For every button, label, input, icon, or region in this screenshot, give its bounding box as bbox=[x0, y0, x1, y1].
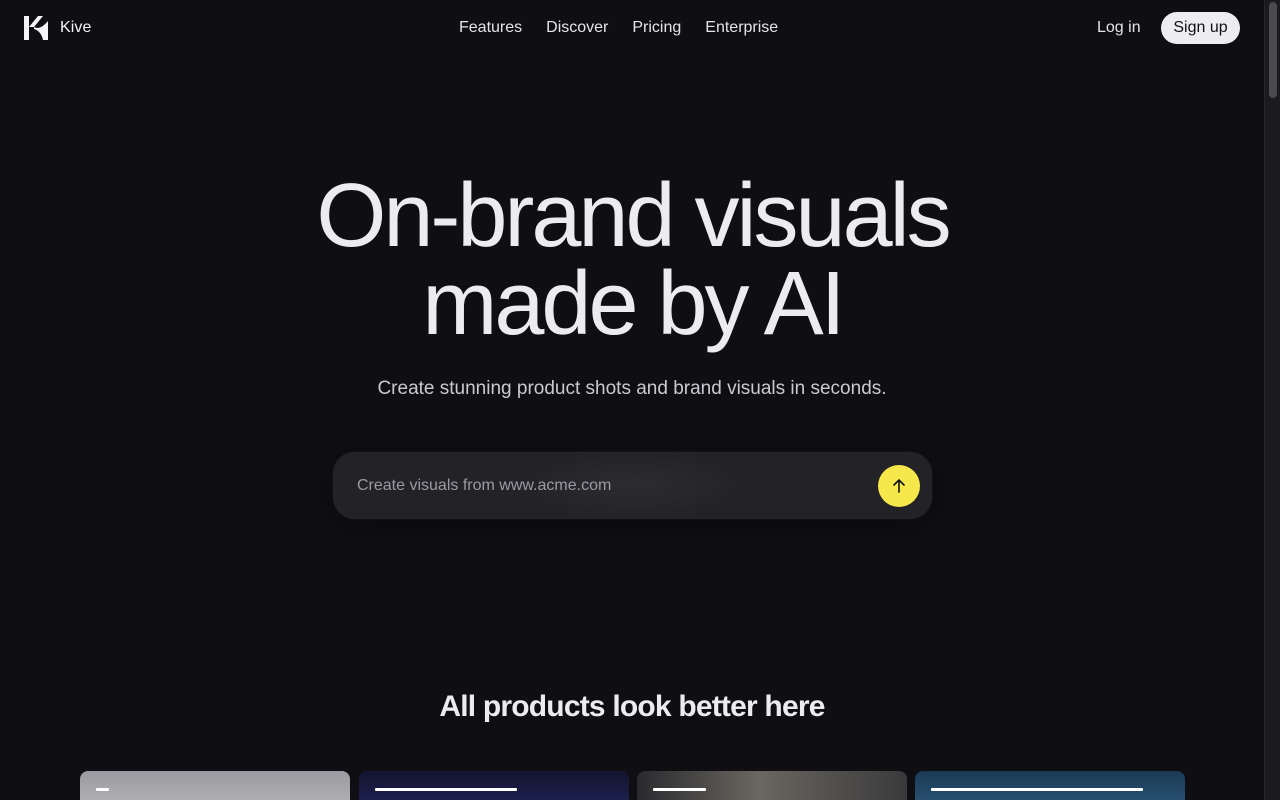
hero-title-line-1: On-brand visuals bbox=[316, 166, 951, 266]
arrow-up-icon bbox=[893, 479, 905, 493]
progress-bar bbox=[931, 788, 1143, 791]
product-card[interactable] bbox=[637, 771, 907, 800]
nav-discover[interactable]: Discover bbox=[534, 17, 620, 39]
scrollbar-thumb[interactable] bbox=[1269, 2, 1277, 98]
submit-button[interactable] bbox=[878, 465, 920, 507]
page-scrollbar[interactable] bbox=[1264, 0, 1280, 800]
product-card[interactable] bbox=[80, 771, 350, 800]
login-link[interactable]: Log in bbox=[1097, 17, 1141, 39]
site-header: Kive Features Discover Pricing Enterpris… bbox=[0, 0, 1264, 56]
progress-bar bbox=[96, 788, 109, 791]
url-search-box bbox=[333, 450, 932, 520]
nav-enterprise[interactable]: Enterprise bbox=[693, 17, 790, 39]
section-title: All products look better here bbox=[439, 690, 825, 723]
brand-name: Kive bbox=[60, 19, 92, 36]
product-cards bbox=[80, 771, 1185, 800]
product-card[interactable] bbox=[359, 771, 629, 800]
hero-title: On-brand visuals made by AI bbox=[160, 171, 1105, 349]
main-nav: Features Discover Pricing Enterprise bbox=[447, 17, 790, 39]
product-card[interactable] bbox=[915, 771, 1185, 800]
signup-button[interactable]: Sign up bbox=[1161, 12, 1240, 44]
hero-subtitle: Create stunning product shots and brand … bbox=[377, 378, 887, 399]
nav-pricing[interactable]: Pricing bbox=[620, 17, 693, 39]
brand-logo[interactable]: Kive bbox=[24, 16, 92, 40]
progress-bar bbox=[375, 788, 517, 791]
kive-logo-icon bbox=[24, 16, 48, 40]
nav-features[interactable]: Features bbox=[447, 17, 534, 39]
progress-bar bbox=[653, 788, 706, 791]
hero-title-line-2: made by AI bbox=[422, 254, 845, 354]
url-input[interactable] bbox=[357, 474, 857, 498]
